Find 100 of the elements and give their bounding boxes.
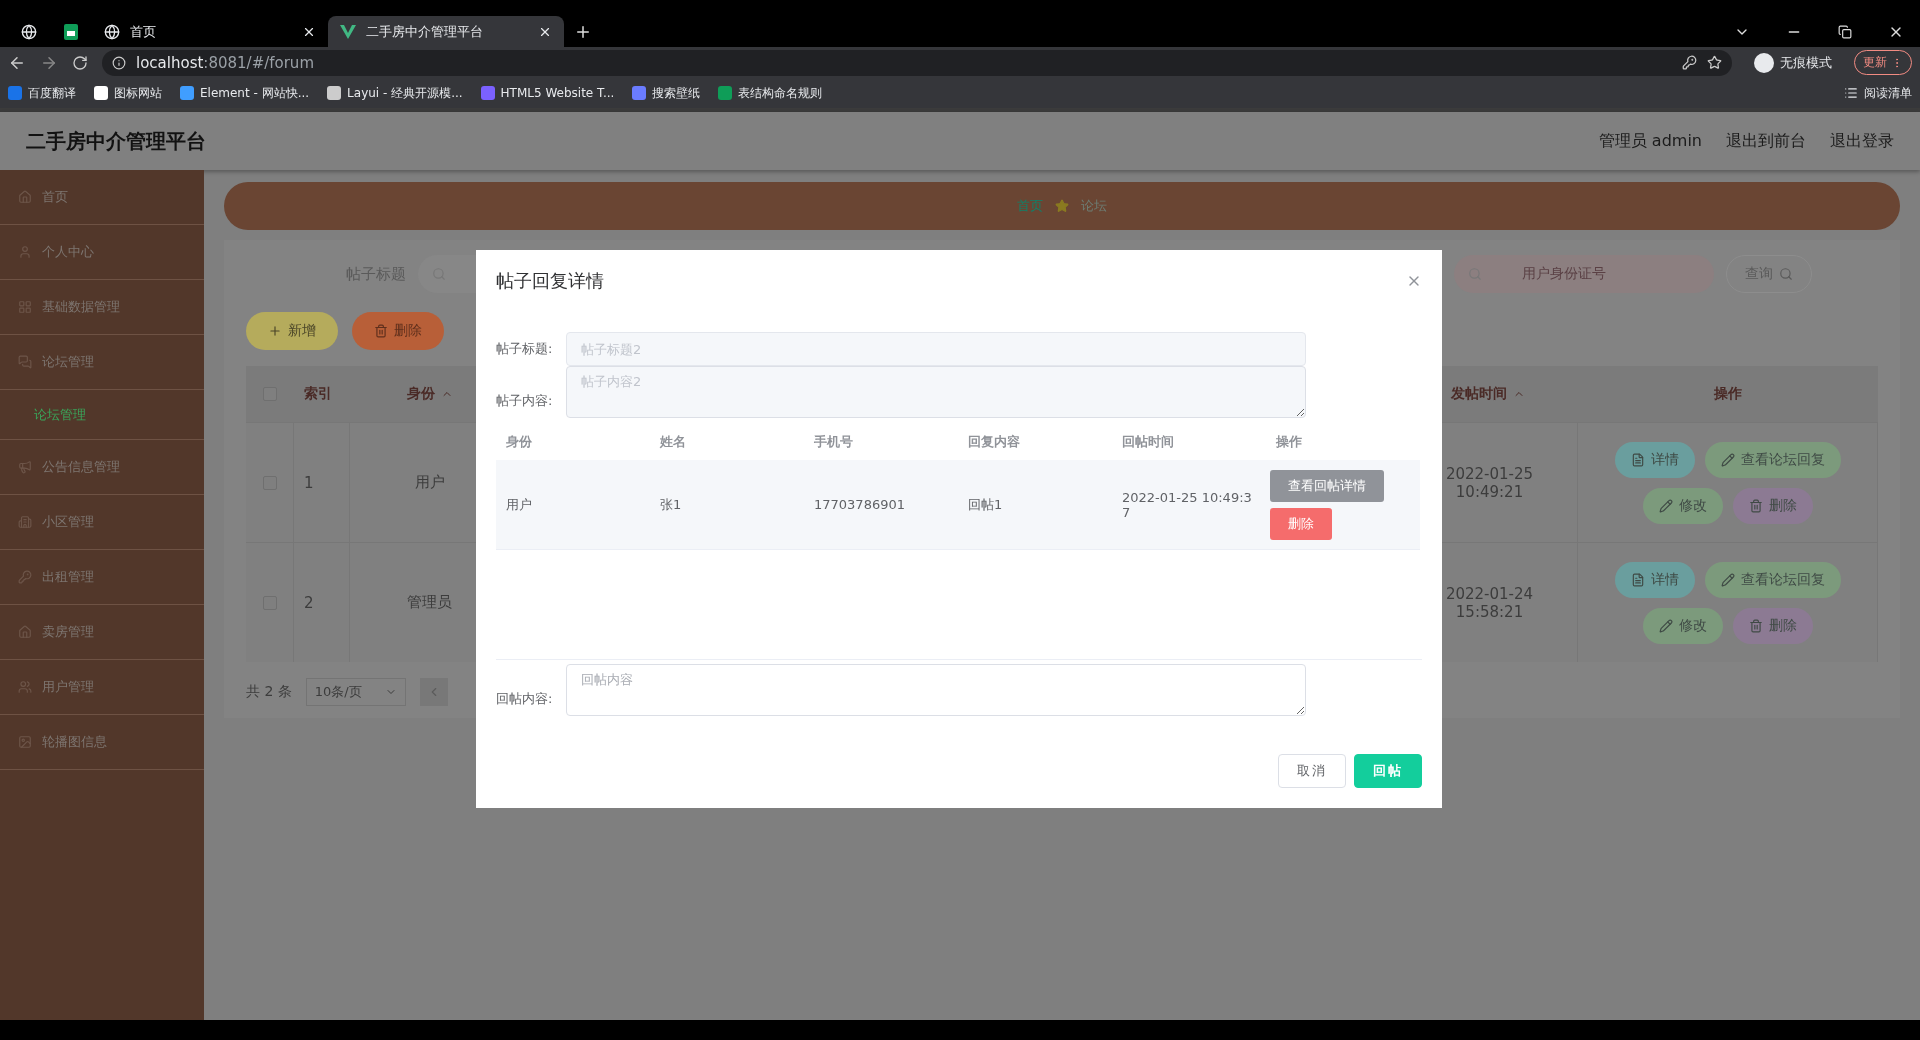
column-header: 手机号	[813, 433, 854, 451]
sidebar-item[interactable]: 首页	[0, 170, 204, 225]
column-header: 回复内容	[967, 433, 1021, 451]
reading-list-link[interactable]: 阅读清单	[1844, 84, 1912, 102]
trash-icon	[1748, 498, 1763, 513]
row-action-button[interactable]: 修改	[1642, 487, 1723, 524]
bookmark-star-icon[interactable]	[1707, 55, 1722, 70]
bookmark-link[interactable]: 搜索壁纸	[632, 84, 701, 102]
row-action-button[interactable]: 删除	[1732, 487, 1813, 524]
document-icon	[1630, 452, 1645, 467]
bookmark-link[interactable]: Layui - 经典开源模...	[327, 84, 463, 102]
sidebar-item[interactable]: 用户管理	[0, 660, 204, 715]
browser-tab[interactable]: 首页	[92, 16, 328, 47]
row-action-button[interactable]: 详情	[1614, 561, 1695, 598]
pencil-icon	[1658, 498, 1673, 513]
table-cell: 2	[294, 542, 350, 662]
key-icon[interactable]	[1682, 55, 1697, 70]
menu-item-icon	[18, 190, 32, 204]
spreadsheet-icon	[64, 23, 78, 40]
url-host: localhost	[136, 53, 204, 72]
table-cell: 17703786901	[804, 460, 958, 550]
page-size-select[interactable]: 10条/页	[305, 678, 406, 706]
column-header: 姓名	[659, 433, 687, 451]
field-label: 帖子标题:	[496, 340, 554, 358]
info-icon	[112, 55, 126, 70]
column-header: 索引	[294, 366, 350, 422]
trash-icon	[1748, 618, 1763, 633]
bookmark-link[interactable]: 表结构命名规则	[718, 84, 823, 102]
pencil-icon	[1720, 452, 1735, 467]
menu-item-icon	[18, 570, 32, 584]
reply-field[interactable]: 回帖内容	[566, 664, 1306, 716]
row-action-button[interactable]: 查看论坛回复	[1704, 441, 1841, 478]
sidebar-subitem[interactable]: 论坛管理	[0, 390, 204, 440]
search-icon	[1779, 267, 1793, 281]
globe-icon	[104, 23, 120, 40]
menu-item-icon	[18, 300, 32, 314]
tab-title: 首页	[130, 22, 157, 41]
row-action-button[interactable]: 详情	[1614, 441, 1695, 478]
app-title: 二手房中介管理平台	[26, 127, 206, 155]
globe-icon	[21, 23, 37, 40]
browser-tab[interactable]: 二手房中介管理平台	[328, 16, 564, 47]
plus-icon	[268, 324, 282, 338]
sidebar-item[interactable]: 轮播图信息	[0, 715, 204, 770]
menu-item-icon	[18, 625, 32, 639]
delete-button[interactable]: 删除	[1270, 507, 1332, 540]
column-header: 身份	[407, 385, 435, 403]
dialog-title: 帖子回复详情	[496, 269, 604, 293]
field-label: 回帖内容:	[496, 690, 554, 708]
sidebar-item[interactable]: 小区管理	[0, 495, 204, 550]
v-logo-icon	[340, 24, 356, 39]
menu-item-icon	[18, 735, 32, 749]
header-link[interactable]: 管理员 admin	[1598, 130, 1702, 152]
sidebar-item[interactable]: 公告信息管理	[0, 440, 204, 495]
breadcrumb-item: 论坛	[1081, 197, 1107, 215]
add-button[interactable]: 新增	[246, 312, 338, 350]
pencil-icon	[1658, 618, 1673, 633]
reply-button[interactable]: 回帖	[1354, 754, 1422, 788]
bookmark-link[interactable]: 图标网站	[94, 84, 162, 102]
table-cell: 2022-01-25 10:49:37	[1112, 460, 1266, 550]
row-action-button[interactable]: 删除	[1732, 607, 1813, 644]
view-details-button[interactable]: 查看回帖详情	[1270, 469, 1384, 502]
bookmark-link[interactable]: 百度翻译	[8, 84, 76, 102]
sidebar-item[interactable]: 基础数据管理	[0, 280, 204, 335]
reload-icon[interactable]	[72, 54, 88, 71]
menu-item-icon	[18, 460, 32, 474]
menu-item-icon	[18, 245, 32, 259]
id-search-field[interactable]: 用户身份证号	[1454, 255, 1714, 293]
table-cell: 1	[294, 422, 350, 542]
tab-title: 二手房中介管理平台	[366, 22, 484, 41]
table-cell: 用户	[496, 460, 650, 550]
header-link[interactable]: 退出登录	[1830, 130, 1894, 152]
field-label: 帖子内容:	[496, 392, 554, 410]
address-bar[interactable]: localhost:8081/#/forum	[102, 49, 1732, 76]
cancel-button[interactable]: 取消	[1278, 754, 1346, 788]
sidebar-item[interactable]: 个人中心	[0, 225, 204, 280]
list-icon	[1844, 86, 1858, 100]
delete-button[interactable]: 删除	[352, 312, 444, 350]
menu-item-icon	[18, 515, 32, 529]
column-header: 发帖时间	[1451, 385, 1507, 403]
menu-item-icon	[18, 680, 32, 694]
column-header: 操作	[1578, 366, 1878, 422]
new-tab-icon[interactable]	[574, 23, 592, 41]
total-count: 共 2 条	[246, 683, 292, 701]
header-link[interactable]: 退出到前台	[1726, 130, 1806, 152]
column-header: 回帖时间	[1121, 433, 1175, 451]
bookmark-link[interactable]: HTML5 Website T...	[480, 86, 615, 100]
trash-icon	[374, 324, 388, 338]
sidebar-item[interactable]: 卖房管理	[0, 605, 204, 660]
sidebar-item[interactable]: 论坛管理	[0, 335, 204, 390]
sidebar-item[interactable]: 出租管理	[0, 550, 204, 605]
row-action-button[interactable]: 查看论坛回复	[1704, 561, 1841, 598]
url-path: :8081/#/forum	[203, 53, 314, 72]
menu-item-icon	[18, 355, 32, 369]
restore-icon[interactable]	[1838, 24, 1852, 39]
table-cell: 张1	[650, 460, 804, 550]
breadcrumb-item[interactable]: 首页	[1017, 197, 1043, 215]
star-icon	[1055, 199, 1069, 213]
incognito-badge[interactable]: 无痕模式	[1746, 52, 1840, 73]
row-action-button[interactable]: 修改	[1642, 607, 1723, 644]
bookmark-link[interactable]: Element - 网站快...	[180, 84, 310, 102]
